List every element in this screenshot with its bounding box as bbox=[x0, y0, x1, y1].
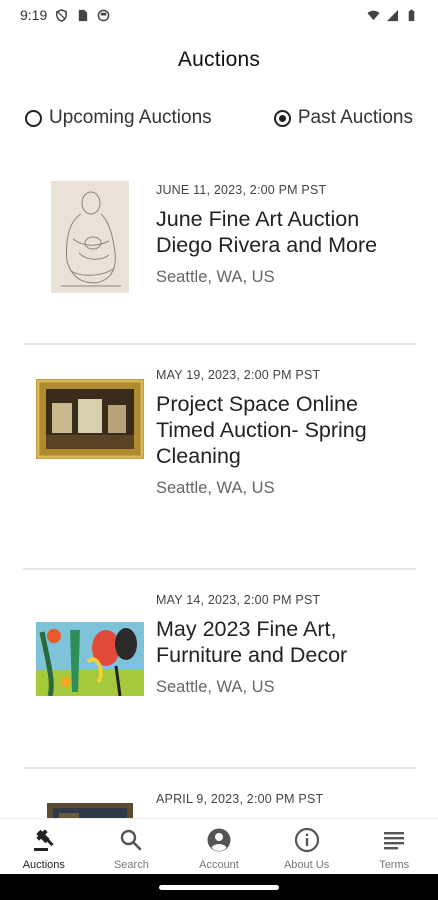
gavel-icon bbox=[33, 829, 54, 851]
auction-location: Seattle, WA, US bbox=[156, 268, 275, 286]
nav-label: Terms bbox=[379, 859, 410, 871]
auction-list-item[interactable]: APRIL 9, 2023, 2:00 PM PST bbox=[0, 769, 438, 818]
auction-list-item[interactable]: MAY 19, 2023, 2:00 PM PST Project Space … bbox=[0, 345, 438, 570]
radio-unchecked-icon bbox=[25, 109, 42, 127]
colorful-abstract-thumbnail bbox=[36, 622, 144, 696]
sketch-artwork-thumbnail bbox=[51, 181, 129, 293]
nav-label: Search bbox=[113, 859, 149, 871]
upcoming-auctions-label: Upcoming Auctions bbox=[49, 107, 212, 128]
nav-label: Account bbox=[199, 859, 239, 871]
page-title: Auctions bbox=[177, 48, 261, 71]
battery-icon bbox=[408, 9, 415, 21]
home-gesture-handle[interactable] bbox=[159, 885, 279, 890]
info-icon bbox=[294, 827, 319, 853]
radio-checked-icon bbox=[273, 109, 291, 127]
past-auctions-label: Past Auctions bbox=[297, 107, 413, 128]
nav-label: Auctions bbox=[22, 859, 65, 871]
auction-date: MAY 19, 2023, 2:00 PM PST bbox=[156, 368, 321, 382]
menu-lines-icon bbox=[384, 832, 405, 850]
nav-terms[interactable]: Terms bbox=[350, 819, 438, 874]
past-auctions-radio[interactable]: Past Auctions bbox=[273, 107, 413, 129]
auction-date: JUNE 11, 2023, 2:00 PM PST bbox=[156, 183, 327, 197]
auction-list-item[interactable]: JUNE 11, 2023, 2:00 PM PST June Fine Art… bbox=[0, 160, 438, 345]
search-icon bbox=[121, 829, 142, 851]
wifi-icon bbox=[367, 10, 380, 20]
auction-title: May 2023 Fine Art, Furniture and Decor bbox=[156, 617, 348, 667]
app-header: Auctions bbox=[0, 30, 438, 90]
auction-list-item[interactable]: MAY 14, 2023, 2:00 PM PST May 2023 Fine … bbox=[0, 570, 438, 769]
shield-icon bbox=[56, 8, 68, 22]
auction-date: APRIL 9, 2023, 2:00 PM PST bbox=[156, 792, 324, 806]
nav-search[interactable]: Search bbox=[88, 819, 176, 874]
sim-card-icon bbox=[79, 9, 88, 21]
auction-date: MAY 14, 2023, 2:00 PM PST bbox=[156, 593, 321, 607]
face-notification-icon bbox=[97, 9, 110, 21]
framed-painting-thumbnail bbox=[36, 379, 144, 459]
auction-list[interactable]: JUNE 11, 2023, 2:00 PM PST June Fine Art… bbox=[0, 160, 438, 818]
nav-account[interactable]: Account bbox=[175, 819, 263, 874]
bottom-nav: Auctions Search Account About Us Terms bbox=[0, 818, 438, 874]
auction-title: Project Space Online Timed Auction- Spri… bbox=[156, 392, 367, 468]
auction-title: June Fine Art Auction Diego Rivera and M… bbox=[156, 207, 378, 257]
dark-framed-artwork-thumbnail bbox=[47, 803, 133, 818]
status-time: 9:19 bbox=[20, 7, 48, 23]
nav-about-us[interactable]: About Us bbox=[263, 819, 351, 874]
status-bar: 9:19 bbox=[0, 0, 438, 30]
account-icon bbox=[207, 828, 231, 852]
system-navigation-bar bbox=[0, 874, 438, 900]
auction-location: Seattle, WA, US bbox=[156, 479, 275, 497]
upcoming-auctions-radio[interactable]: Upcoming Auctions bbox=[25, 107, 212, 129]
auction-filter: Upcoming Auctions Past Auctions bbox=[0, 95, 438, 141]
nav-auctions[interactable]: Auctions bbox=[0, 819, 88, 874]
cell-signal-icon bbox=[386, 9, 399, 21]
nav-label: About Us bbox=[283, 859, 330, 871]
auction-location: Seattle, WA, US bbox=[156, 678, 275, 696]
